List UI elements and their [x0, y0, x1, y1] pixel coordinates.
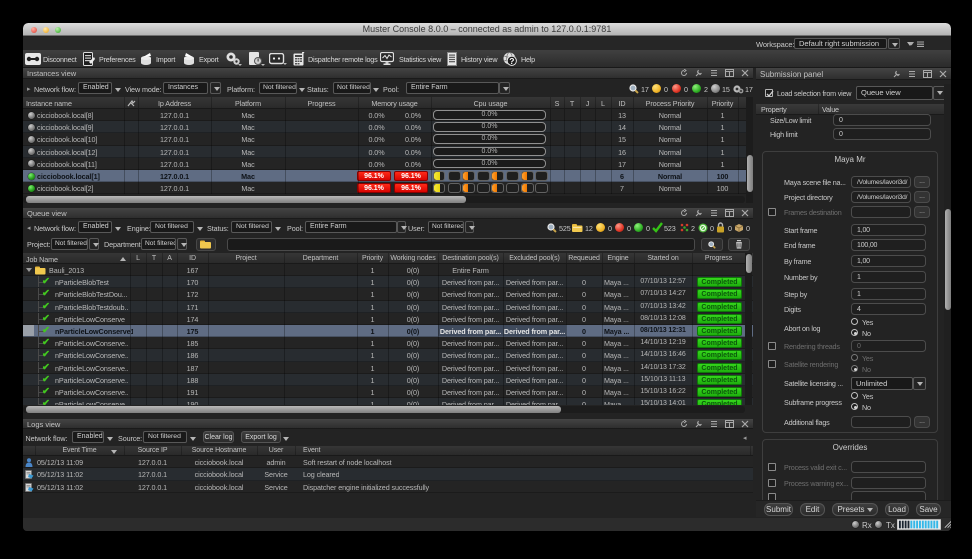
- svg-text:?: ?: [509, 56, 514, 66]
